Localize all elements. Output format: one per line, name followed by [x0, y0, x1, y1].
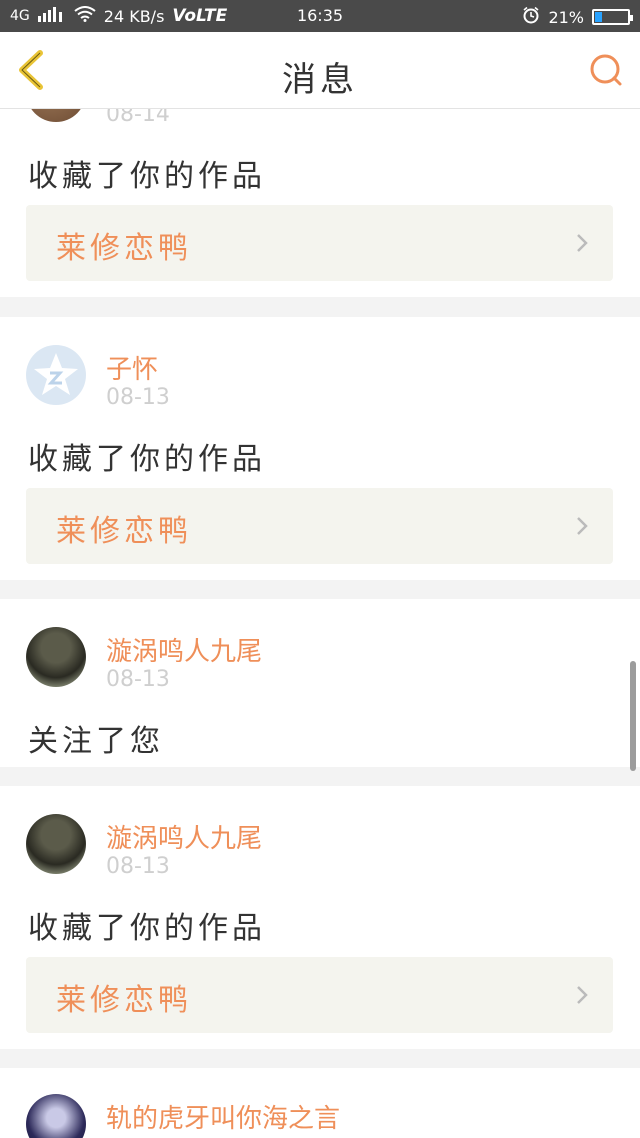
- message-action: 收藏了你的作品: [28, 442, 266, 477]
- chevron-right-icon: [575, 985, 589, 1005]
- alarm-icon: [522, 6, 540, 28]
- message-action: 收藏了你的作品: [28, 159, 266, 194]
- header: 消息: [0, 32, 640, 109]
- message-card: 漩涡鸣人九尾 08-13 关注了您: [0, 599, 640, 767]
- work-link[interactable]: 莱修恋鸭: [26, 488, 613, 564]
- work-title: 莱修恋鸭: [56, 231, 192, 266]
- avatar[interactable]: [26, 1094, 86, 1138]
- message-card: 轨的虎牙叫你海之言: [0, 1068, 640, 1138]
- sender-name[interactable]: 子怀: [106, 349, 158, 386]
- battery-icon: [592, 9, 633, 25]
- status-bar: 4G 24 KB/s VoLTE 16:35 21%: [0, 0, 640, 32]
- message-action: 关注了您: [28, 724, 164, 759]
- avatar[interactable]: [26, 627, 86, 687]
- message-card: 08-14 收藏了你的作品 莱修恋鸭: [0, 109, 640, 297]
- message-date: 08-14: [106, 109, 170, 127]
- avatar[interactable]: [26, 109, 86, 122]
- message-date: 08-13: [106, 854, 170, 879]
- chevron-right-icon: [575, 233, 589, 253]
- default-avatar-icon: [34, 353, 78, 395]
- sender-name[interactable]: 漩涡鸣人九尾: [106, 818, 262, 855]
- message-card: 漩涡鸣人九尾 08-13 收藏了你的作品 莱修恋鸭: [0, 786, 640, 1049]
- work-title: 莱修恋鸭: [56, 983, 192, 1018]
- search-button[interactable]: [588, 52, 624, 88]
- sender-name[interactable]: 漩涡鸣人九尾: [106, 631, 262, 668]
- avatar[interactable]: [26, 345, 86, 405]
- message-list[interactable]: 08-14 收藏了你的作品 莱修恋鸭 子怀 08-13 收藏了你的作品 莱修恋鸭…: [0, 109, 640, 1138]
- chevron-right-icon: [575, 516, 589, 536]
- message-date: 08-13: [106, 667, 170, 692]
- work-link[interactable]: 莱修恋鸭: [26, 205, 613, 281]
- scrollbar[interactable]: [630, 661, 636, 771]
- work-title: 莱修恋鸭: [56, 514, 192, 549]
- message-action: 收藏了你的作品: [28, 911, 266, 946]
- avatar[interactable]: [26, 814, 86, 874]
- page-title: 消息: [282, 60, 358, 100]
- sender-name[interactable]: 轨的虎牙叫你海之言: [106, 1098, 340, 1135]
- message-card: 子怀 08-13 收藏了你的作品 莱修恋鸭: [0, 317, 640, 580]
- message-date: 08-13: [106, 385, 170, 410]
- work-link[interactable]: 莱修恋鸭: [26, 957, 613, 1033]
- battery-percent: 21%: [548, 7, 584, 27]
